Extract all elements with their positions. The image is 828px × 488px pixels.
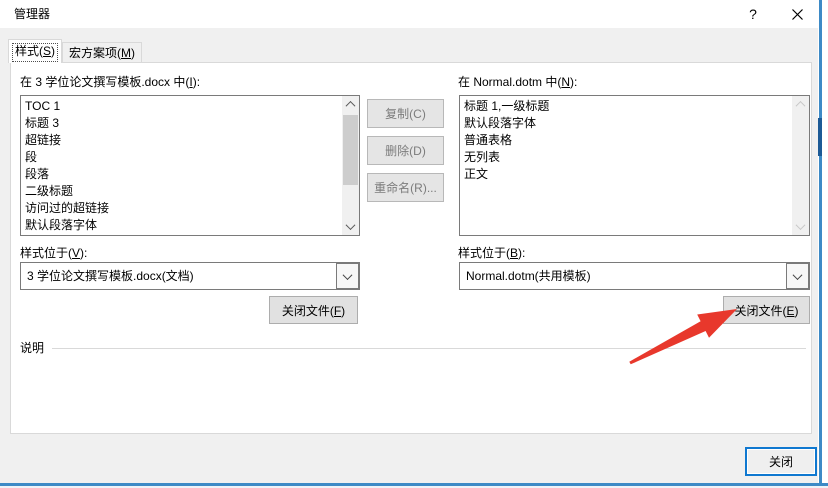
left-close-file-label: 关闭文件(F) xyxy=(281,303,346,318)
scroll-down-button xyxy=(792,218,809,235)
close-icon xyxy=(791,8,803,20)
left-style-list-item[interactable]: 标题 3 xyxy=(21,115,342,132)
rename-button[interactable]: 重命名(R)... xyxy=(367,173,444,202)
scroll-up-button[interactable] xyxy=(342,96,359,113)
screenshot-root: 管理器 ? 样式(S) 宏方案项(M) 在 3 学位论文撰写模板.docx 中(… xyxy=(0,0,828,488)
scroll-up-button xyxy=(792,96,809,113)
chevron-down-icon xyxy=(345,220,356,231)
right-style-list-item[interactable]: 正文 xyxy=(460,166,792,183)
scroll-down-button[interactable] xyxy=(342,218,359,235)
organizer-dialog: 管理器 ? 样式(S) 宏方案项(M) 在 3 学位论文撰写模板.docx 中(… xyxy=(0,0,818,483)
right-style-list-item[interactable]: 标题 1,一级标题 xyxy=(460,98,792,115)
left-style-list-item[interactable]: 超链接 xyxy=(21,132,342,149)
left-style-list-item[interactable]: 段落 xyxy=(21,166,342,183)
right-style-list-item[interactable]: 无列表 xyxy=(460,149,792,166)
right-styles-available-combobox[interactable]: Normal.dotm(共用模板) xyxy=(459,262,810,290)
help-icon: ? xyxy=(749,6,757,22)
left-style-list-item[interactable]: 访问过的超链接 xyxy=(21,200,342,217)
tab-styles[interactable]: 样式(S) xyxy=(8,39,62,63)
dialog-close-button[interactable]: 关闭 xyxy=(745,447,817,476)
left-style-list-item[interactable]: 默认段落字体 xyxy=(21,217,342,234)
left-list-label: 在 3 学位论文撰写模板.docx 中(I): xyxy=(20,75,201,89)
left-style-list[interactable]: TOC 1 标题 3 超链接段段落 二级标题 访问过的超链接 默认段落字体 xyxy=(20,95,360,236)
copy-button-label: 复制(C) xyxy=(385,107,426,121)
title-bar: 管理器 ? xyxy=(0,0,818,28)
left-combo-value: 3 学位论文撰写模板.docx(文档) xyxy=(27,269,194,283)
help-button[interactable]: ? xyxy=(736,0,770,28)
delete-button-label: 删除(D) xyxy=(385,144,426,158)
close-button[interactable] xyxy=(780,0,814,28)
rename-button-label: 重命名(R)... xyxy=(374,181,437,195)
background-window-scrollbar-thumb xyxy=(818,118,822,156)
chevron-down-icon xyxy=(342,269,353,280)
tab-macro-items[interactable]: 宏方案项(M) xyxy=(62,42,142,63)
right-list-scrollbar xyxy=(792,96,809,235)
left-close-file-button[interactable]: 关闭文件(F) xyxy=(269,296,358,324)
chevron-down-icon xyxy=(795,220,806,231)
chevron-up-icon xyxy=(795,100,806,111)
left-combo-label: 样式位于(V): xyxy=(20,246,88,260)
right-style-list-item[interactable]: 普通表格 xyxy=(460,132,792,149)
scrollbar-thumb[interactable] xyxy=(343,115,358,185)
dialog-close-label: 关闭 xyxy=(768,455,793,469)
right-combo-value: Normal.dotm(共用模板) xyxy=(466,269,591,283)
tab-styles-label: 样式(S) xyxy=(14,44,55,58)
tab-macro-items-label: 宏方案项(M) xyxy=(69,46,135,60)
left-styles-available-combobox[interactable]: 3 学位论文撰写模板.docx(文档) xyxy=(20,262,360,290)
left-list-scrollbar[interactable] xyxy=(342,96,359,235)
chevron-up-icon xyxy=(345,100,356,111)
right-combo-dropdown-button[interactable] xyxy=(786,263,809,289)
description-group-label: 说明 xyxy=(20,341,45,355)
right-combo-label: 样式位于(B): xyxy=(458,246,526,260)
chevron-down-icon xyxy=(792,269,803,280)
delete-button[interactable]: 删除(D) xyxy=(367,136,444,165)
dialog-title: 管理器 xyxy=(14,7,51,21)
left-style-list-item[interactable]: 二级标题 xyxy=(21,183,342,200)
left-style-list-item[interactable]: 段 xyxy=(21,149,342,166)
annotation-arrow xyxy=(629,309,737,365)
left-style-list-item[interactable]: TOC 1 xyxy=(21,98,342,115)
background-window-edge-right xyxy=(819,0,822,488)
right-style-list-item[interactable]: 默认段落字体 xyxy=(460,115,792,132)
left-combo-dropdown-button[interactable] xyxy=(336,263,359,289)
copy-button[interactable]: 复制(C) xyxy=(367,99,444,128)
right-list-label: 在 Normal.dotm 中(N): xyxy=(458,75,578,89)
right-style-list[interactable]: 标题 1,一级标题 默认段落字体 普通表格 无列表 正文 xyxy=(459,95,810,236)
